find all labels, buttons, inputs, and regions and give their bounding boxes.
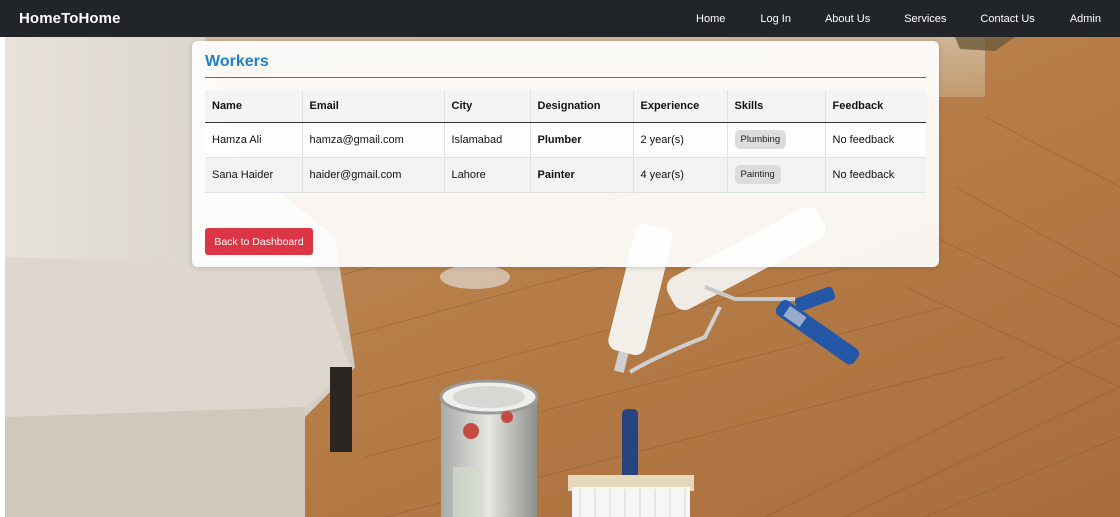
- skill-badge: Plumbing: [734, 130, 787, 149]
- workers-card: Workers Name Email City Designation Expe…: [192, 41, 939, 267]
- cell-experience: 4 year(s): [632, 157, 727, 193]
- nav-link-contact-us[interactable]: Contact Us: [980, 13, 1034, 25]
- nav-link-home[interactable]: Home: [696, 13, 725, 25]
- title-divider: [205, 77, 926, 78]
- cell-designation: Plumber: [529, 122, 633, 158]
- back-to-dashboard-button[interactable]: Back to Dashboard: [205, 228, 313, 255]
- cell-designation: Painter: [529, 157, 633, 193]
- nav-link-about-us[interactable]: About Us: [825, 13, 870, 25]
- cell-experience: 2 year(s): [632, 122, 727, 158]
- cell-feedback: No feedback: [824, 122, 926, 158]
- cell-city: Lahore: [443, 157, 530, 193]
- workers-table: Name Email City Designation Experience S…: [205, 90, 926, 193]
- nav-links: Home Log In About Us Services Contact Us…: [696, 0, 1120, 37]
- nav-link-login[interactable]: Log In: [760, 13, 791, 25]
- cell-skills: Plumbing: [726, 122, 825, 158]
- cell-name: Sana Haider: [205, 157, 302, 193]
- cell-name: Hamza Ali: [205, 122, 302, 158]
- header-experience: Experience: [632, 90, 727, 123]
- nav-link-services[interactable]: Services: [904, 13, 946, 25]
- cell-skills: Painting: [726, 157, 825, 193]
- header-skills: Skills: [726, 90, 825, 123]
- nav-link-admin[interactable]: Admin: [1070, 13, 1101, 25]
- cell-city: Islamabad: [443, 122, 530, 158]
- cell-email: haider@gmail.com: [301, 157, 444, 193]
- cell-feedback: No feedback: [824, 157, 926, 193]
- brand-logo[interactable]: HomeToHome: [19, 10, 121, 27]
- table-row: Sana Haider haider@gmail.com Lahore Pain…: [205, 157, 926, 193]
- cell-email: hamza@gmail.com: [301, 122, 444, 158]
- skill-badge: Painting: [734, 165, 781, 184]
- table-header-row: Name Email City Designation Experience S…: [205, 90, 926, 123]
- page-left-margin: [0, 37, 5, 517]
- table-row: Hamza Ali hamza@gmail.com Islamabad Plum…: [205, 122, 926, 158]
- header-city: City: [443, 90, 530, 123]
- header-email: Email: [301, 90, 444, 123]
- header-name: Name: [205, 90, 302, 123]
- top-navbar: HomeToHome Home Log In About Us Services…: [0, 0, 1120, 37]
- page-title: Workers: [205, 53, 269, 70]
- header-designation: Designation: [529, 90, 633, 123]
- header-feedback: Feedback: [824, 90, 926, 123]
